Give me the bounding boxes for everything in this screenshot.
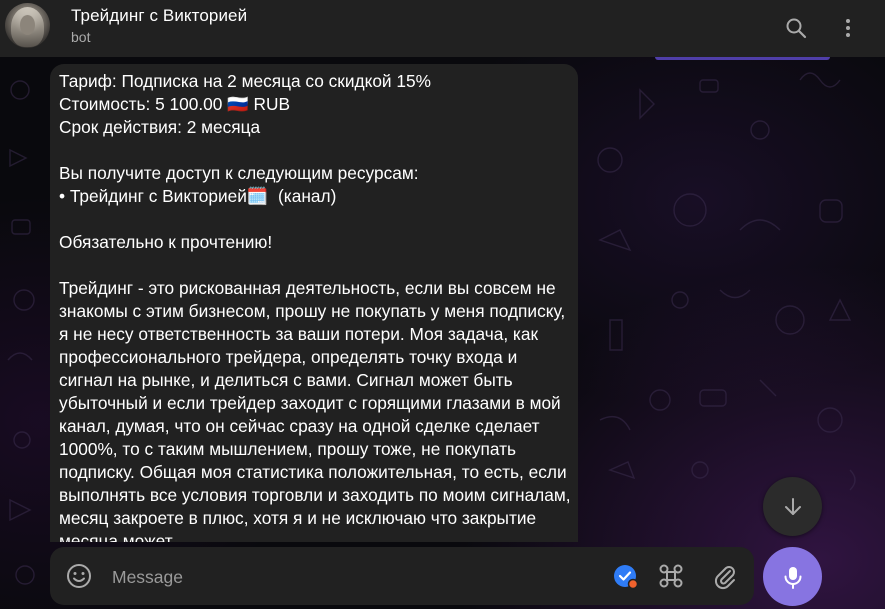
search-icon [786, 18, 807, 39]
commands-button[interactable] [657, 562, 685, 590]
message-input[interactable] [110, 561, 594, 593]
verified-badge-icon [614, 565, 639, 590]
message-bubble[interactable]: Тариф: Подписка на 2 месяца со скидкой 1… [50, 64, 578, 542]
chat-header: Трейдинг с Викторией bot [0, 0, 885, 57]
scroll-down-button[interactable] [763, 477, 822, 536]
avatar-face [20, 15, 35, 35]
chat-subtitle: bot [71, 29, 91, 45]
search-button[interactable] [776, 8, 816, 48]
message-composer [50, 547, 754, 605]
voice-record-button[interactable] [763, 547, 822, 606]
attach-icon [714, 566, 735, 590]
emoji-icon [67, 564, 91, 588]
microphone-icon [784, 566, 801, 589]
bot-menu-button[interactable] [613, 564, 639, 590]
more-vertical-icon [846, 19, 850, 37]
chat-title[interactable]: Трейдинг с Викторией [71, 6, 247, 26]
previous-message-peek [655, 57, 830, 60]
more-options-button[interactable] [828, 8, 868, 48]
command-icon [659, 564, 683, 588]
emoji-button[interactable] [66, 563, 92, 589]
attach-button[interactable] [711, 562, 739, 590]
avatar[interactable] [5, 3, 50, 48]
message-text: Тариф: Подписка на 2 месяца со скидкой 1… [59, 71, 571, 542]
arrow-down-icon [784, 497, 801, 515]
